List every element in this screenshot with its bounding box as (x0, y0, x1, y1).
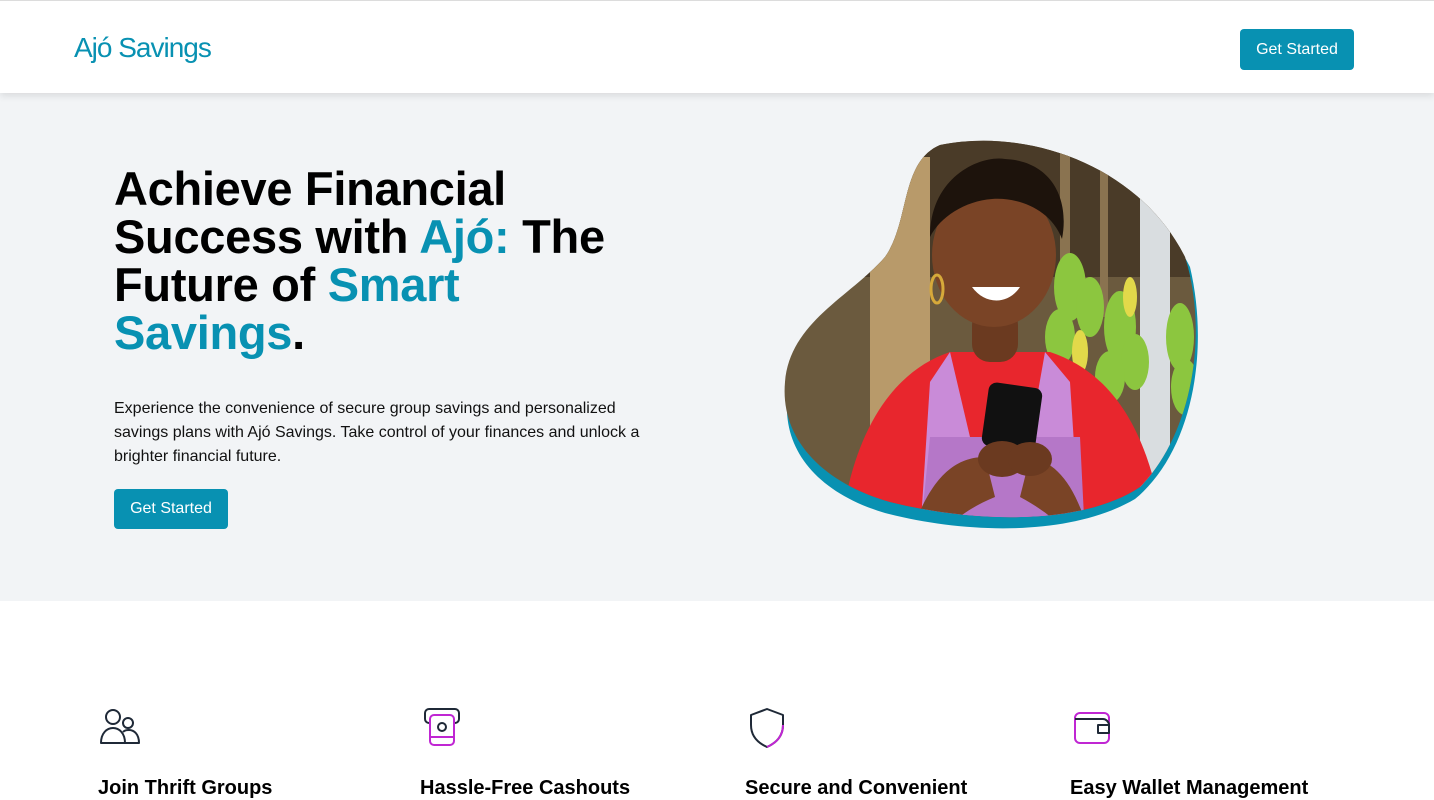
feature-title: Secure and Convenient (745, 777, 968, 799)
wallet-icon (1074, 712, 1110, 744)
hero-description: Experience the convenience of secure gro… (114, 400, 640, 465)
get-started-nav-button[interactable]: Get Started (1240, 29, 1354, 70)
feature-title: Hassle-Free Cashouts (420, 777, 631, 799)
logo[interactable]: Ajó Savings (74, 32, 212, 64)
navbar: Ajó Savings Get Started (0, 0, 1434, 93)
hero-image (780, 137, 1200, 537)
shield-icon (750, 708, 784, 748)
feature-secure-and-convenient: Secure and Convenient (745, 705, 1045, 800)
hero-title: Achieve Financial Success with Ajó: The … (114, 162, 605, 359)
features-section: Join Thrift Groups Hassle-Free Cashouts … (0, 601, 1434, 799)
feature-title: Join Thrift Groups (98, 777, 273, 799)
hero-illustration (784, 140, 1198, 529)
feature-join-thrift-groups: Join Thrift Groups (98, 705, 398, 800)
get-started-hero-button[interactable]: Get Started (114, 489, 228, 529)
cashout-icon (424, 708, 460, 746)
feature-title: Easy Wallet Management (1070, 777, 1309, 799)
users-icon (100, 709, 140, 744)
feature-easy-wallet-management: Easy Wallet Management (1070, 705, 1370, 800)
hero-section: Achieve Financial Success with Ajó: The … (0, 93, 1434, 601)
feature-hassle-free-cashouts: Hassle-Free Cashouts (420, 705, 720, 800)
